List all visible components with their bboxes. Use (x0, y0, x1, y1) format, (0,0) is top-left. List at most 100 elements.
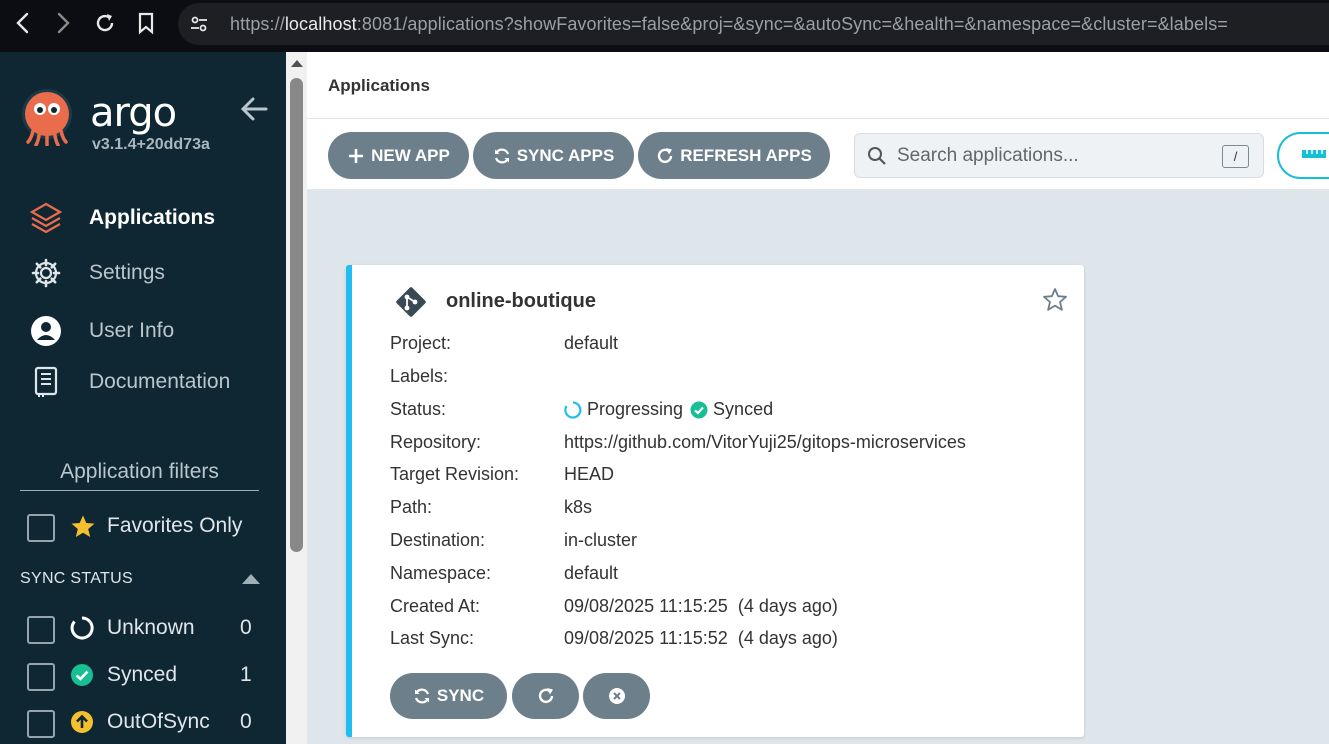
row-key: Status: (390, 399, 447, 419)
card-row-status: Status: Progressing Synced (390, 399, 1070, 423)
repository-link[interactable]: https://github.com/VitorYuji25/gitops-mi… (564, 432, 966, 453)
refresh-button[interactable] (512, 673, 579, 719)
row-value: default (564, 333, 619, 353)
status-values: Progressing Synced (564, 399, 773, 420)
url-text: https://localhost:8081/applications?show… (230, 14, 1228, 35)
sidebar-item-user-info[interactable]: User Info (28, 313, 174, 349)
row-key: Project: (390, 333, 452, 353)
card-row-destination: Destination: in-cluster (390, 530, 1070, 554)
filter-checkbox[interactable] (27, 616, 55, 644)
sidebar-item-label: Settings (89, 261, 165, 284)
page-header: Applications (307, 52, 1329, 118)
filter-checkbox[interactable] (27, 663, 55, 691)
sync-filter-synced[interactable]: Synced 1 (0, 659, 286, 693)
row-key: Labels: (390, 366, 449, 386)
row-value: HEAD (564, 464, 615, 484)
row-value: in-cluster (564, 530, 638, 550)
sidebar-item-applications[interactable]: Applications (28, 200, 215, 236)
unknown-circle-icon (70, 616, 94, 640)
back-icon[interactable] (8, 8, 38, 38)
row-value: 09/08/2025 11:15:52 (4 days ago) (564, 628, 838, 648)
row-key: Repository: (390, 432, 482, 452)
url-host: localhost (284, 13, 357, 34)
row-key: Created At: (390, 596, 481, 616)
sidebar-scrollbar[interactable] (286, 52, 307, 744)
scrollbar-thumb[interactable] (290, 78, 303, 552)
row-key: Path: (390, 497, 433, 517)
sync-icon (414, 688, 429, 704)
sync-apps-button[interactable]: SYNC APPS (473, 132, 634, 179)
sync-filter-outofsync[interactable]: OutOfSync 0 (0, 706, 286, 740)
new-app-label: NEW APP (371, 145, 450, 165)
row-key: Destination: (390, 530, 486, 550)
page-title: Applications (328, 76, 431, 95)
search-icon (868, 146, 886, 165)
sync-apps-label: SYNC APPS (516, 145, 615, 165)
view-toggle-button[interactable] (1277, 132, 1329, 179)
site-settings-icon[interactable] (188, 13, 210, 35)
application-card[interactable]: online-boutique Project: default Labels:… (346, 265, 1084, 737)
row-value: default (564, 563, 619, 583)
card-row-namespace: Namespace: default (390, 563, 1070, 587)
search-box[interactable]: / (854, 133, 1264, 178)
refresh-icon (658, 147, 673, 163)
collapse-caret-icon[interactable] (242, 574, 260, 584)
filter-checkbox[interactable] (27, 710, 55, 738)
card-row-project: Project: default (390, 333, 1070, 357)
filters-title: Application filters (20, 460, 259, 491)
filter-label: Unknown (107, 616, 195, 639)
check-circle-icon (70, 663, 94, 687)
arrow-up-circle-icon (70, 710, 94, 734)
sync-button-label: SYNC (436, 686, 485, 705)
address-bar[interactable]: https://localhost:8081/applications?show… (178, 3, 1329, 45)
star-icon (70, 514, 96, 540)
row-value: 09/08/2025 11:15:25 (4 days ago) (564, 596, 838, 616)
row-value: k8s (564, 497, 593, 517)
card-row-labels: Labels: (390, 366, 1070, 390)
refresh-apps-button[interactable]: REFRESH APPS (638, 132, 830, 179)
sidebar-item-documentation[interactable]: Documentation (28, 364, 230, 400)
refresh-icon (538, 688, 553, 704)
sidebar-item-settings[interactable]: Settings (28, 255, 165, 291)
sync-filter-unknown[interactable]: Unknown 0 (0, 612, 286, 646)
favorites-checkbox[interactable] (27, 514, 55, 542)
filter-count: 0 (240, 710, 252, 733)
gear-icon (28, 255, 64, 291)
bookmark-icon[interactable] (131, 8, 161, 38)
git-repo-icon (394, 285, 428, 319)
sidebar: argo v3.1.4+20dd73a Applications Setting… (0, 52, 286, 744)
sync-button[interactable]: SYNC (390, 673, 507, 719)
favorite-star-icon[interactable] (1042, 287, 1068, 313)
close-circle-icon (608, 688, 625, 704)
reload-icon[interactable] (90, 8, 120, 38)
filter-label: Synced (107, 663, 178, 686)
card-row-last-sync: Last Sync: 09/08/2025 11:15:52 (4 days a… (390, 628, 1070, 652)
scroll-up-icon[interactable] (291, 60, 303, 67)
browser-toolbar: https://localhost:8081/applications?show… (0, 0, 1329, 52)
version-label: v3.1.4+20dd73a (92, 136, 210, 153)
app-name[interactable]: online-boutique (446, 290, 596, 313)
refresh-apps-label: REFRESH APPS (680, 145, 812, 165)
filter-count: 0 (240, 616, 252, 639)
forward-icon[interactable] (48, 8, 78, 38)
new-app-button[interactable]: NEW APP (328, 132, 469, 179)
layers-icon (28, 200, 64, 236)
toolbar: NEW APP SYNC APPS REFRESH APPS / (307, 118, 1329, 190)
card-row-created-at: Created At: 09/08/2025 11:15:25 (4 days … (390, 596, 1070, 620)
brand-name: argo (90, 90, 177, 136)
search-shortcut-hint: / (1222, 145, 1249, 168)
card-row-target-revision: Target Revision: HEAD (390, 464, 1070, 488)
row-key: Target Revision: (390, 464, 520, 484)
health-status: Progressing (587, 399, 684, 419)
search-input[interactable] (897, 144, 1217, 167)
row-key: Last Sync: (390, 628, 475, 648)
card-row-repository: Repository: https://github.com/VitorYuji… (390, 432, 1070, 456)
sync-status: Synced (713, 399, 774, 419)
delete-button[interactable] (583, 673, 650, 719)
user-icon (28, 313, 64, 349)
row-key: Namespace: (390, 563, 492, 583)
sidebar-item-label: Documentation (89, 370, 231, 393)
url-path: :8081/applications?showFavorites=false&p… (356, 13, 1228, 34)
collapse-sidebar-icon[interactable] (240, 96, 268, 122)
sidebar-item-label: User Info (89, 319, 175, 342)
